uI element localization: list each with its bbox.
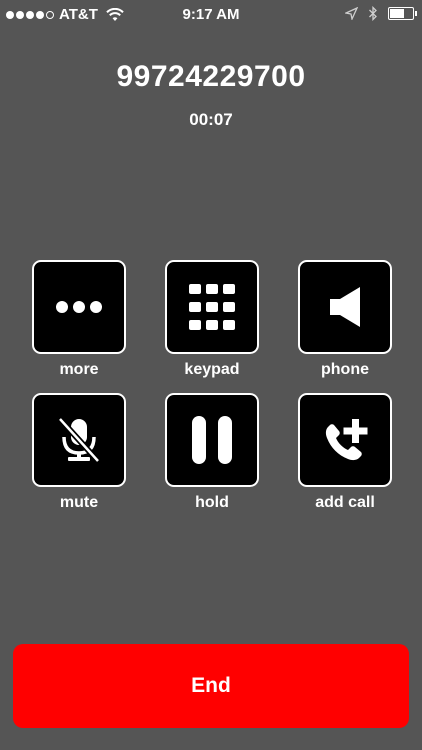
hold-button[interactable]: hold — [163, 393, 261, 512]
location-arrow-icon — [345, 7, 358, 20]
keypad-grid-icon — [189, 284, 235, 330]
more-label: more — [59, 361, 99, 378]
caller-number: 99724229700 — [116, 60, 306, 93]
phone-button-box[interactable] — [298, 260, 392, 354]
mute-button-box[interactable] — [32, 393, 126, 487]
more-button[interactable]: more — [30, 260, 128, 379]
pause-icon — [192, 416, 232, 464]
more-dots-icon — [56, 301, 102, 313]
call-timer: 00:07 — [189, 110, 233, 129]
mute-label: mute — [59, 494, 99, 511]
add-call-label: add call — [315, 494, 375, 511]
keypad-label: keypad — [184, 361, 240, 378]
add-call-icon — [325, 419, 368, 461]
end-call-button[interactable]: End — [13, 644, 409, 728]
battery-icon — [388, 7, 417, 20]
add-call-button[interactable]: add call — [296, 393, 394, 512]
add-call-button-box[interactable] — [298, 393, 392, 487]
hold-button-box[interactable] — [165, 393, 259, 487]
status-right — [345, 6, 417, 21]
status-bar: AT&T 9:17 AM — [0, 0, 422, 30]
speaker-icon — [330, 287, 360, 327]
keypad-button[interactable]: keypad — [163, 260, 261, 379]
phone-label: phone — [321, 361, 369, 378]
bluetooth-icon — [369, 6, 377, 21]
mute-button[interactable]: mute — [30, 393, 128, 512]
hold-label: hold — [195, 494, 229, 511]
more-button-box[interactable] — [32, 260, 126, 354]
phone-speaker-button[interactable]: phone — [296, 260, 394, 379]
keypad-button-box[interactable] — [165, 260, 259, 354]
microphone-muted-icon — [57, 416, 101, 464]
